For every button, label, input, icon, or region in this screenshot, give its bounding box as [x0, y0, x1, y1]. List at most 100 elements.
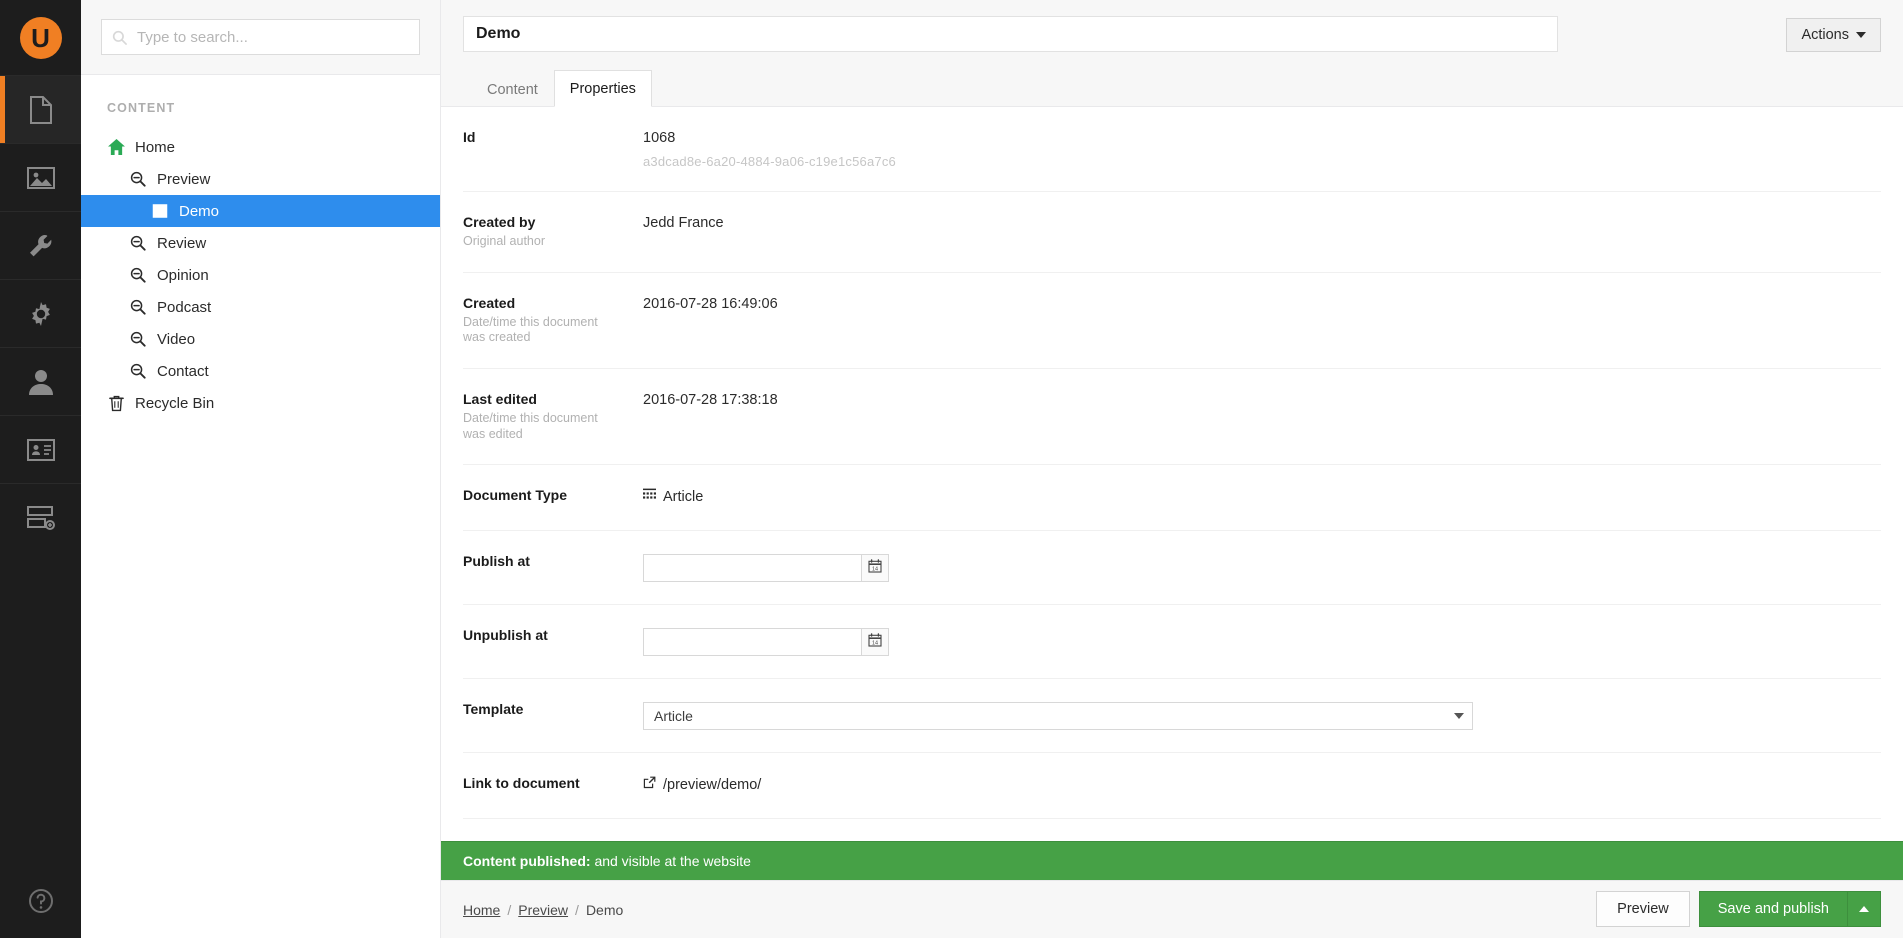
unpublish-at-input[interactable]	[643, 628, 861, 657]
property-name: Last edited	[463, 390, 537, 407]
breadcrumb-separator: /	[575, 901, 579, 918]
rail-item-members[interactable]	[0, 415, 81, 483]
id-value: 1068	[643, 130, 676, 146]
footer-actions: Preview Save and publish	[1596, 891, 1881, 927]
tree-node-label: Opinion	[157, 266, 209, 284]
publish-at-field: 14	[643, 554, 889, 583]
help-button[interactable]	[0, 868, 81, 938]
preview-button[interactable]: Preview	[1596, 891, 1690, 927]
tree-node-review[interactable]: Review	[81, 227, 440, 259]
property-value: 14	[643, 627, 1881, 657]
id-guid: a3dcad8e-6a20-4884-9a06-c19e1c56a7c6	[643, 154, 896, 169]
tree-heading: CONTENT	[107, 101, 176, 115]
zoom-out-icon	[129, 331, 147, 347]
template-select[interactable]: Article	[643, 702, 1473, 731]
save-and-publish-menu-toggle[interactable]	[1847, 891, 1881, 927]
tree-node-contact[interactable]: Contact	[81, 355, 440, 387]
actions-button-label: Actions	[1801, 27, 1849, 43]
save-and-publish-split-button: Save and publish	[1698, 891, 1881, 927]
content-tree-panel: CONTENT Home Preview	[81, 0, 441, 938]
property-label: Created Date/time this document was crea…	[463, 295, 643, 346]
status-notification: Content published: and visible at the we…	[441, 841, 1903, 880]
property-label: Template	[463, 701, 643, 717]
rail-spacer	[0, 551, 81, 868]
property-value: Article	[643, 701, 1881, 731]
tree-node-demo[interactable]: Demo	[81, 195, 440, 227]
link-to-document-wrap[interactable]: /preview/demo/	[643, 775, 1881, 793]
document-icon	[28, 95, 54, 125]
property-row-created: Created Date/time this document was crea…	[463, 273, 1881, 369]
tree-node-home[interactable]: Home	[81, 131, 440, 163]
rail-item-media[interactable]	[0, 143, 81, 211]
unpublish-at-calendar-button[interactable]: 14	[861, 628, 889, 657]
breadcrumb-separator: /	[507, 901, 512, 918]
chevron-down-icon	[1454, 713, 1464, 720]
section-rail: U	[0, 0, 81, 938]
template-selected-value: Article	[654, 708, 693, 725]
search-input[interactable]	[135, 27, 409, 47]
document-type-value: Article	[663, 488, 704, 505]
umbraco-logo[interactable]: U	[0, 0, 81, 75]
search-icon	[112, 30, 127, 45]
property-label: Publish at	[463, 553, 643, 569]
search-bar	[81, 0, 440, 75]
property-row-template: Template Article	[463, 679, 1881, 754]
trash-icon	[107, 395, 125, 412]
property-value: 14	[643, 553, 1881, 583]
external-link-icon	[643, 776, 656, 793]
zoom-out-icon	[129, 267, 147, 283]
logo-mark: U	[19, 16, 62, 59]
tab-content[interactable]: Content	[471, 71, 554, 107]
property-name: Created by	[463, 214, 536, 230]
umbraco-backoffice: U Type to search... CONTENT Home Preview…	[0, 0, 1903, 938]
property-label: Link to document	[463, 775, 643, 791]
property-name: Template	[463, 701, 524, 718]
svg-text:14: 14	[872, 566, 878, 572]
rail-item-content[interactable]	[0, 75, 81, 143]
rail-item-developer[interactable]	[0, 279, 81, 347]
unpublish-at-field: 14	[643, 628, 889, 657]
save-and-publish-button[interactable]: Save and publish	[1698, 891, 1847, 927]
actions-button[interactable]: Actions	[1786, 18, 1881, 52]
tree-node-label: Preview	[157, 170, 211, 188]
tree-node-opinion[interactable]: Opinion	[81, 259, 440, 291]
tab-properties[interactable]: Properties	[553, 70, 652, 107]
forms-icon	[26, 505, 56, 531]
property-label: Id	[463, 129, 643, 145]
tree-node-recycle-bin[interactable]: Recycle Bin	[81, 387, 440, 419]
caret-up-icon	[1859, 906, 1869, 912]
editor-tabs: Content Properties	[463, 69, 1881, 107]
editor-panel: Demo Actions Content Properties Id 1068 …	[441, 0, 1903, 938]
property-name: Id	[463, 129, 476, 145]
publish-at-calendar-button[interactable]: 14	[861, 554, 889, 583]
image-icon	[26, 165, 56, 191]
property-description: Date/time this document was edited	[463, 410, 598, 441]
tree-node-preview[interactable]: Preview	[81, 163, 440, 195]
property-row-last-edited: Last edited Date/time this document was …	[463, 369, 1881, 466]
property-row-document-type: Document Type Article	[463, 465, 1881, 532]
id-card-icon	[26, 438, 56, 462]
title-row: Demo	[463, 16, 1881, 52]
notification-strong: Content published:	[463, 853, 591, 869]
created-by-value: Jedd France	[643, 215, 724, 231]
tree-node-label: Contact	[157, 362, 209, 380]
rail-item-settings[interactable]	[0, 211, 81, 279]
rail-item-users[interactable]	[0, 347, 81, 415]
rail-item-forms[interactable]	[0, 483, 81, 551]
property-label: Last edited Date/time this document was …	[463, 391, 643, 442]
document-title-input[interactable]: Demo	[463, 16, 1558, 52]
calendar-icon: 14	[868, 559, 882, 577]
publish-at-input[interactable]	[643, 554, 861, 583]
breadcrumb-item-preview[interactable]: Preview	[518, 902, 568, 918]
breadcrumb-item-home[interactable]: Home	[463, 902, 500, 918]
tree-node-podcast[interactable]: Podcast	[81, 291, 440, 323]
property-description: Date/time this document was created	[463, 314, 598, 345]
search-box[interactable]	[101, 19, 420, 55]
breadcrumb-item-demo: Demo	[585, 901, 624, 918]
property-label: Created by Original author	[463, 214, 643, 250]
tree-node-video[interactable]: Video	[81, 323, 440, 355]
zoom-out-icon	[129, 299, 147, 315]
zoom-out-icon	[129, 235, 147, 251]
last-edited-value: 2016-07-28 17:38:18	[643, 391, 778, 408]
property-row-link-to-document: Link to document /preview/demo/	[463, 753, 1881, 820]
